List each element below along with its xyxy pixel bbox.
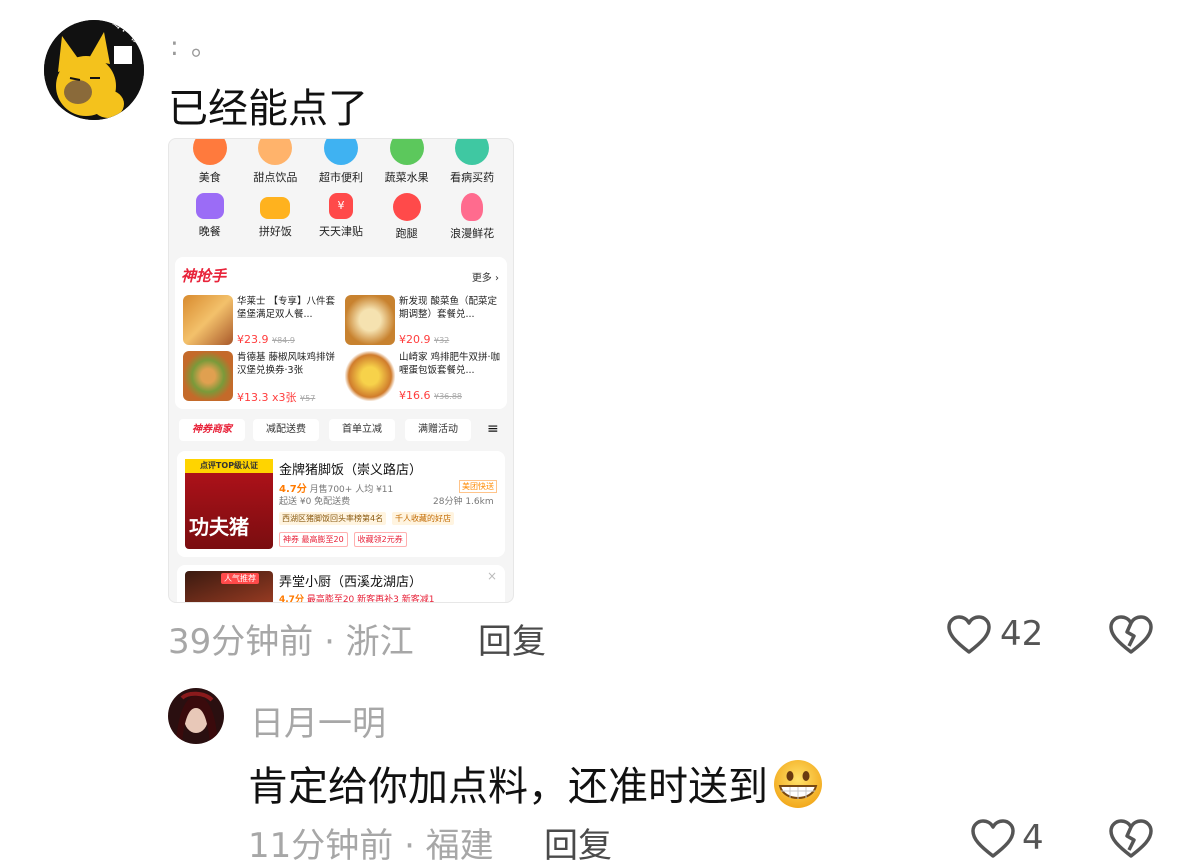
- store-image: 点评TOP级认证 功夫猪: [185, 459, 273, 549]
- comment1-dislike-button[interactable]: [1108, 614, 1154, 660]
- filter-chip[interactable]: 减配送费: [253, 419, 319, 441]
- comment1-like-button[interactable]: [946, 614, 992, 660]
- store-stats: 4.7分 月售700+ 人均 ¥11: [279, 484, 394, 495]
- store-badge: 人气推荐: [221, 573, 259, 584]
- deals-more-link[interactable]: 更多 ›: [472, 269, 499, 284]
- subsidy-icon: ¥: [328, 193, 353, 219]
- category-row-1: 美食 甜点饮品 超市便利 蔬菜水果 看病买药: [169, 139, 513, 185]
- heart-outline-icon: [971, 819, 1015, 858]
- fruit-icon: [389, 139, 424, 165]
- comment2-like-button[interactable]: [970, 818, 1016, 864]
- category-row-2: 晚餐 拼好饭 ¥ 天天津贴 跑腿 浪漫鲜花: [169, 193, 513, 241]
- store-card[interactable]: 人气推荐 弄堂小厨（西溪龙湖店） × 4.7分 最高膨至20 新客再补3 新客减…: [177, 565, 505, 603]
- comment2-text: 肯定给你加点料，还准时送到: [248, 754, 826, 812]
- heart-outline-icon: [947, 615, 991, 654]
- dinner-icon: [195, 193, 224, 219]
- store-image: 人气推荐: [185, 571, 273, 602]
- store-rank: 西湖区猪脚饭回头率榜第4名 千人收藏的好店: [279, 512, 457, 525]
- deal-item[interactable]: 华莱士 【专享】八件套堡堡满足双人餐... ¥23.9 ¥84.9: [183, 295, 343, 349]
- category-item: 拼好饭: [244, 193, 306, 241]
- errand-icon: [392, 193, 421, 221]
- comment2-dislike-button[interactable]: [1108, 818, 1154, 864]
- comment2-like-count: 4: [1022, 818, 1044, 858]
- broken-heart-icon: [1109, 819, 1153, 858]
- comment2-reply-button[interactable]: 回复: [544, 818, 612, 867]
- store-image-text: 功夫猪: [189, 515, 249, 539]
- dessert-icon: [258, 139, 293, 165]
- store-stats: 4.7分 最高膨至20 新客再补3 新客减1: [279, 595, 435, 603]
- supermarket-icon: [323, 139, 358, 165]
- avatar-user2[interactable]: [168, 688, 224, 744]
- grinning-face-emoji: [774, 760, 822, 808]
- deal-price: ¥13.3 x3张 ¥57: [237, 391, 316, 404]
- category-item: ¥ 天天津贴: [310, 193, 372, 241]
- deal-name: 华莱士 【专享】八件套堡堡满足双人餐...: [237, 296, 336, 320]
- broken-heart-icon: [1109, 615, 1153, 654]
- deal-image: [183, 351, 233, 401]
- deal-name: 新发现 酸菜鱼（配菜定期调整）套餐兑...: [399, 296, 498, 320]
- deal-item[interactable]: 新发现 酸菜鱼（配菜定期调整）套餐兑... ¥20.9 ¥32: [345, 295, 505, 349]
- deal-item[interactable]: 山崎家 鸡排肥牛双拼·咖喱蛋包饭套餐兑... ¥16.6 ¥36.88: [345, 351, 505, 405]
- category-item: 跑腿: [376, 193, 438, 241]
- group-meal-icon: [260, 197, 291, 219]
- comment1-text: 已经能点了: [168, 86, 368, 132]
- filter-menu-icon[interactable]: ≡: [487, 422, 499, 436]
- comment1-time-location: 39分钟前 · 浙江: [168, 622, 414, 662]
- category-item: 晚餐: [179, 193, 241, 241]
- deal-image: [345, 295, 395, 345]
- filter-chip[interactable]: 首单立减: [329, 419, 395, 441]
- flower-icon: [461, 193, 484, 221]
- store-card[interactable]: 点评TOP级认证 功夫猪 金牌猪脚饭（崇义路店） 4.7分 月售700+ 人均 …: [177, 451, 505, 557]
- deal-name: 山崎家 鸡排肥牛双拼·咖喱蛋包饭套餐兑...: [399, 352, 501, 376]
- deal-price: ¥23.9 ¥84.9: [237, 333, 295, 346]
- close-icon[interactable]: ×: [487, 569, 497, 583]
- category-item: 看病买药: [441, 139, 503, 185]
- store-coupons: 神券 最高膨至20 收藏领2元券: [279, 532, 410, 547]
- comment2-username[interactable]: 日月一明: [250, 696, 386, 745]
- comment1-like-count: 42: [1000, 614, 1044, 654]
- medicine-icon: [455, 139, 490, 165]
- deal-item[interactable]: 肯德基 藤椒风味鸡排饼汉堡兑换券·3张 ¥13.3 x3张 ¥57: [183, 351, 343, 405]
- store-eta: 28分钟 1.6km: [433, 497, 494, 507]
- fast-delivery-tag: 美团快送: [459, 480, 497, 493]
- store-delivery: 起送 ¥0 免配送费: [279, 497, 351, 507]
- deal-name: 肯德基 藤椒风味鸡排饼汉堡兑换券·3张: [237, 352, 336, 376]
- store-name: 金牌猪脚饭（崇义路店）: [279, 463, 423, 478]
- store-badge: 点评TOP级认证: [185, 459, 273, 473]
- deals-panel: 神抢手 更多 › 华莱士 【专享】八件套堡堡满足双人餐... ¥23.9 ¥84…: [175, 257, 507, 409]
- comment1-reply-button[interactable]: 回复: [478, 614, 546, 663]
- food-icon: [192, 139, 227, 165]
- comment1-username[interactable]: : 。: [170, 26, 219, 63]
- category-item: 美食: [179, 139, 241, 185]
- filter-chip[interactable]: 满赠活动: [405, 419, 471, 441]
- avatar-user1[interactable]: 看！傻子: [44, 20, 144, 120]
- category-item: 超市便利: [310, 139, 372, 185]
- deal-image: [345, 351, 395, 401]
- category-item: 浪漫鲜花: [441, 193, 503, 241]
- deals-title: 神抢手: [181, 267, 227, 285]
- store-name: 弄堂小厨（西溪龙湖店）: [279, 575, 423, 590]
- deal-price: ¥20.9 ¥32: [399, 333, 450, 346]
- category-item: 蔬菜水果: [376, 139, 438, 185]
- comment2-time-location: 11分钟前 · 福建: [248, 826, 494, 866]
- deal-price: ¥16.6 ¥36.88: [399, 389, 462, 402]
- category-item: 甜点饮品: [244, 139, 306, 185]
- filter-chip[interactable]: 神券商家: [179, 419, 245, 441]
- comment1-image-attachment[interactable]: 美食 甜点饮品 超市便利 蔬菜水果 看病买药 晚餐 拼好饭 ¥ 天天津贴 跑腿 浪…: [168, 138, 514, 603]
- deal-image: [183, 295, 233, 345]
- portrait-avatar-icon: [168, 688, 224, 744]
